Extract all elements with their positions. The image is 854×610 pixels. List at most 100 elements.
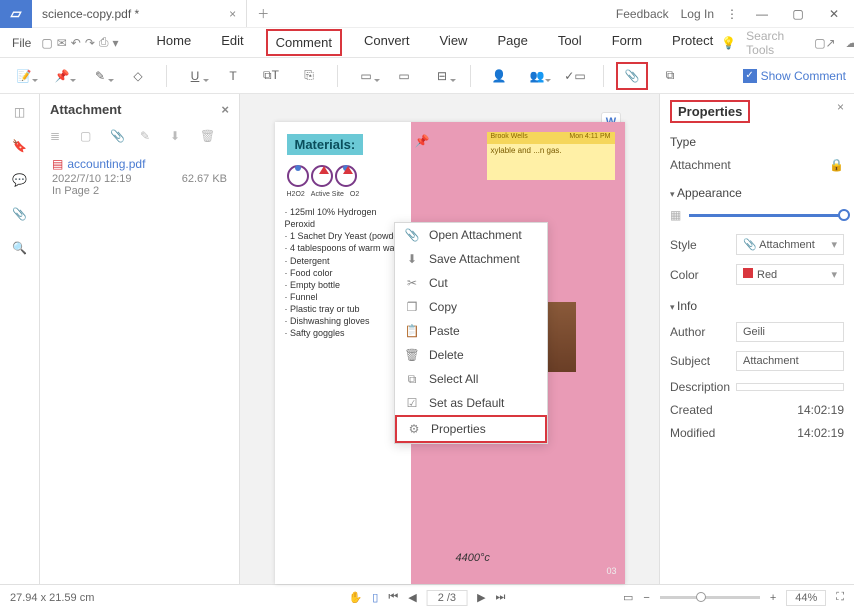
close-properties-icon[interactable]: × <box>837 100 844 114</box>
zoom-value[interactable]: 44% <box>786 590 826 606</box>
tab-comment[interactable]: Comment <box>266 29 342 56</box>
author-input[interactable]: Geili <box>736 322 844 342</box>
file-menu[interactable]: File <box>4 32 39 54</box>
text-tool[interactable]: T <box>217 62 249 90</box>
delete-icon[interactable]: 🗑 <box>200 129 216 145</box>
kebab-icon[interactable]: ⋮ <box>726 7 738 21</box>
add-icon[interactable]: ▢ <box>80 129 96 145</box>
measure-tool[interactable]: ⊟ <box>426 62 458 90</box>
tab-protect[interactable]: Protect <box>664 29 721 56</box>
tab-tool[interactable]: Tool <box>550 29 590 56</box>
subject-label: Subject <box>670 354 730 368</box>
color-select[interactable]: Red▾ <box>736 264 844 285</box>
tab-edit[interactable]: Edit <box>213 29 251 56</box>
maximize-button[interactable]: ▢ <box>786 7 810 21</box>
close-panel-icon[interactable]: × <box>221 102 229 117</box>
cloud-up-icon[interactable]: ☁ <box>846 36 854 50</box>
attachment-item[interactable]: ▤accounting.pdf 2022/7/10 12:19 62.67 KB… <box>40 153 239 201</box>
add-tab-button[interactable]: ＋ <box>247 5 279 22</box>
sticky-time: Mon 4:11 PM <box>569 133 610 140</box>
close-tab-icon[interactable]: × <box>229 7 236 21</box>
list-icon[interactable]: ≣ <box>50 129 66 145</box>
ctx-label: Set as Default <box>429 396 504 410</box>
textbox-tool[interactable]: ⧉T <box>255 62 287 90</box>
edit-icon[interactable]: ✎ <box>140 129 156 145</box>
highlight-tool[interactable]: ✎ <box>84 62 116 90</box>
appearance-section[interactable]: Appearance <box>670 186 844 200</box>
subject-input[interactable]: Attachment <box>736 351 844 371</box>
tab-home[interactable]: Home <box>149 29 200 56</box>
description-input[interactable] <box>736 383 844 391</box>
feedback-link[interactable]: Feedback <box>616 7 669 21</box>
page-indicator[interactable]: 2 /3 <box>427 590 467 606</box>
next-page-icon[interactable]: ▶ <box>477 591 485 604</box>
bookmark-tool[interactable]: 📌 <box>46 62 78 90</box>
last-page-icon[interactable]: ⏭ <box>496 591 506 604</box>
clip-icon[interactable]: 📎 <box>110 129 126 145</box>
lock-icon[interactable]: 🔒 <box>829 158 844 172</box>
style-label: Style <box>670 238 730 252</box>
zoom-slider[interactable] <box>660 596 760 599</box>
prev-page-icon[interactable]: ◀ <box>408 591 416 604</box>
ctx-properties[interactable]: ⚙Properties <box>395 415 547 443</box>
login-link[interactable]: Log In <box>681 7 714 21</box>
annotation-tool[interactable]: ⧉ <box>654 62 686 90</box>
ctx-save[interactable]: ⬇Save Attachment <box>395 247 547 271</box>
ctx-label: Save Attachment <box>429 252 520 266</box>
attachment-icon[interactable]: 📎 <box>10 204 30 224</box>
ctx-copy[interactable]: ❐Copy <box>395 295 547 319</box>
approve-tool[interactable]: ✓▭ <box>559 62 591 90</box>
tab-form[interactable]: Form <box>604 29 650 56</box>
eraser-tool[interactable]: ◇ <box>122 62 154 90</box>
layout-icon[interactable]: ▭ <box>623 591 633 604</box>
underline-tool[interactable]: U <box>179 62 211 90</box>
minimize-button[interactable]: — <box>750 7 774 21</box>
note-tool[interactable]: 📝 <box>8 62 40 90</box>
search-input[interactable]: Search Tools <box>746 29 784 57</box>
fit-icon[interactable]: ⛶ <box>836 591 844 604</box>
hand-tool-icon[interactable]: ✋ <box>349 591 363 604</box>
typewriter-tool[interactable]: ⎘ <box>293 62 325 90</box>
comment-icon[interactable]: 💬 <box>10 170 30 190</box>
first-page-icon[interactable]: ⏮ <box>388 591 398 604</box>
close-button[interactable]: ✕ <box>822 7 846 21</box>
stamp-tool[interactable]: 👤 <box>483 62 515 90</box>
dropdown-icon[interactable]: ▾ <box>112 33 118 53</box>
ctx-paste[interactable]: 📋Paste <box>395 319 547 343</box>
save-icon[interactable]: ▢ <box>41 33 52 53</box>
app-icon: ▱ <box>0 0 32 28</box>
info-section[interactable]: Info <box>670 299 844 313</box>
ctx-default[interactable]: ☑Set as Default <box>395 391 547 415</box>
share-icon[interactable]: ▢↗ <box>814 36 835 50</box>
select-tool-icon[interactable]: ▯ <box>372 591 378 604</box>
opacity-slider[interactable] <box>689 214 844 217</box>
callout-tool[interactable]: ▭ <box>388 62 420 90</box>
attachment-pin-icon[interactable]: 📌 <box>415 134 430 148</box>
tab-page[interactable]: Page <box>489 29 535 56</box>
redo-icon[interactable]: ↷ <box>85 33 95 53</box>
zoom-in-icon[interactable]: + <box>770 592 776 604</box>
attachment-tool[interactable]: 📎 <box>616 62 648 90</box>
show-comment-toggle[interactable]: ✓ Show Comment <box>743 69 846 83</box>
ctx-open[interactable]: 📎Open Attachment <box>395 223 547 247</box>
style-select[interactable]: 📎 Attachment▾ <box>736 234 844 255</box>
ctx-selectall[interactable]: ⧉Select All <box>395 367 547 391</box>
sticky-note[interactable]: Brook Wells Mon 4:11 PM xylable and ...n… <box>487 132 615 180</box>
ctx-delete[interactable]: 🗑Delete <box>395 343 547 367</box>
signature-tool[interactable]: 👥 <box>521 62 553 90</box>
tab-convert[interactable]: Convert <box>356 29 418 56</box>
thumbnails-icon[interactable]: ◫ <box>10 102 30 122</box>
bookmark-icon[interactable]: 🔖 <box>10 136 30 156</box>
shape-tool[interactable]: ▭ <box>350 62 382 90</box>
save-icon[interactable]: ⬇ <box>170 129 186 145</box>
list-item: Plastic tray or tub <box>285 303 407 315</box>
document-tab[interactable]: science-copy.pdf * × <box>32 0 247 27</box>
mail-icon[interactable]: ✉ <box>57 33 67 53</box>
tab-view[interactable]: View <box>432 29 476 56</box>
search-icon[interactable]: 🔍 <box>10 238 30 258</box>
print-icon[interactable]: ⎙ <box>99 33 109 53</box>
modified-value: 14:02:19 <box>797 426 844 440</box>
ctx-cut[interactable]: ✂Cut <box>395 271 547 295</box>
zoom-out-icon[interactable]: − <box>643 592 649 604</box>
undo-icon[interactable]: ↶ <box>71 33 81 53</box>
